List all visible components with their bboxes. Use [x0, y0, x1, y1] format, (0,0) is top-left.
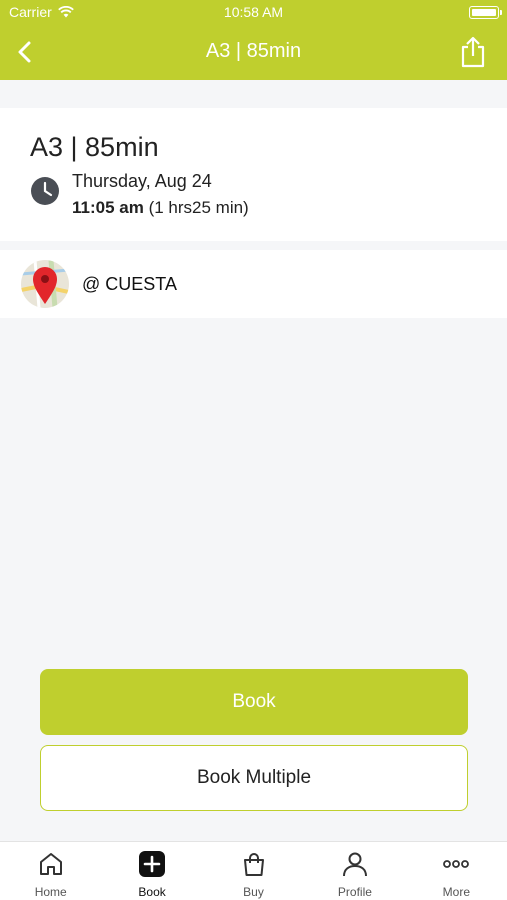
class-duration: (1 hrs25 min) — [148, 198, 249, 217]
share-icon[interactable] — [459, 36, 487, 68]
class-start-time: 11:05 am — [72, 198, 144, 217]
clock-icon — [31, 177, 59, 205]
shopping-bag-icon — [243, 853, 264, 876]
home-icon — [39, 853, 62, 875]
tab-book-label: Book — [138, 885, 166, 899]
class-title: A3 | 85min — [30, 132, 159, 162]
class-time: 11:05 am (1 hrs25 min) — [72, 198, 249, 218]
tab-profile[interactable]: Profile — [304, 842, 405, 900]
class-date: Thursday, Aug 24 — [72, 171, 212, 191]
page-title: A3 | 85min — [205, 40, 302, 62]
tab-buy[interactable]: Buy — [203, 842, 304, 900]
status-bar: Carrier 10:58 AM — [0, 0, 507, 24]
tab-more-label: More — [442, 885, 470, 899]
battery-icon — [469, 6, 502, 19]
tab-profile-label: Profile — [337, 885, 372, 899]
nav-bar: A3 | 85min — [0, 24, 507, 80]
location-label: @ CUESTA — [82, 274, 177, 294]
tab-bar: Home Book Buy Profile More — [0, 841, 507, 900]
plus-icon — [139, 851, 166, 877]
status-time: 10:58 AM — [223, 4, 284, 20]
profile-icon — [342, 852, 367, 877]
tab-book[interactable]: Book — [101, 842, 202, 900]
map-pin-icon — [21, 260, 69, 308]
book-button[interactable]: Book — [40, 669, 468, 735]
tab-buy-label: Buy — [243, 885, 264, 899]
tab-more[interactable]: More — [406, 842, 507, 900]
book-multiple-button[interactable]: Book Multiple — [40, 745, 468, 811]
tab-home-label: Home — [34, 885, 67, 899]
location-card[interactable]: @ CUESTA — [0, 250, 507, 318]
more-icon — [443, 860, 470, 868]
tab-home[interactable]: Home — [0, 842, 101, 900]
class-info-card: A3 | 85min Thursday, Aug 24 11:05 am (1 … — [0, 108, 507, 241]
